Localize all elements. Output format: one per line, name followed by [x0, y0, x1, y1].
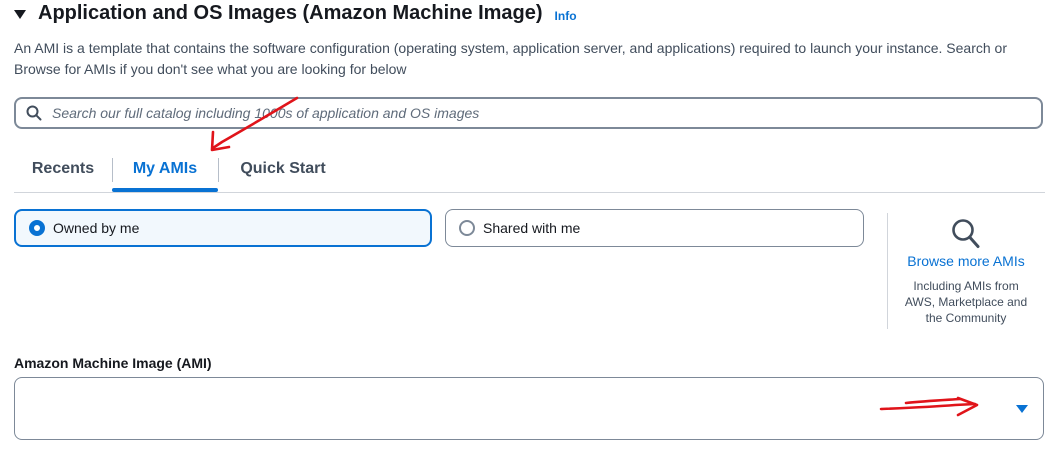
info-link[interactable]: Info	[555, 9, 577, 23]
browse-subtext-line: AWS, Marketplace and	[904, 295, 1028, 309]
browse-more-amis-link[interactable]: Browse more AMIs	[888, 252, 1044, 270]
ami-field-label: Amazon Machine Image (AMI)	[14, 355, 212, 371]
search-icon	[26, 105, 42, 121]
tab-divider	[218, 158, 219, 182]
ami-search-input[interactable]	[50, 104, 1034, 122]
magnifier-icon[interactable]	[951, 218, 981, 250]
browse-more-amis-panel: Browse more AMIs Including AMIs from AWS…	[888, 212, 1044, 326]
ami-tabs: Recents My AMIs Quick Start	[14, 148, 1045, 193]
tab-my-amis[interactable]: My AMIs	[112, 148, 218, 192]
shared-with-me-option[interactable]: Shared with me	[445, 209, 864, 247]
browse-subtext: Including AMIs from AWS, Marketplace and…	[888, 278, 1044, 326]
dropdown-caret-icon[interactable]	[1016, 405, 1028, 413]
tab-recents[interactable]: Recents	[14, 148, 112, 190]
collapse-caret-icon[interactable]	[14, 10, 26, 19]
ami-search-box[interactable]	[14, 97, 1043, 129]
section-title: Application and OS Images (Amazon Machin…	[38, 2, 543, 24]
owned-by-me-option[interactable]: Owned by me	[14, 209, 432, 247]
browse-subtext-line: Including AMIs from	[913, 279, 1019, 293]
radio-unchecked-icon[interactable]	[459, 220, 475, 236]
browse-subtext-line: the Community	[925, 311, 1007, 325]
section-description: An AMI is a template that contains the s…	[14, 40, 1007, 77]
shared-with-me-label: Shared with me	[483, 220, 581, 236]
ami-section: Application and OS Images (Amazon Machin…	[0, 0, 1058, 450]
owned-by-me-label: Owned by me	[53, 220, 140, 236]
section-header: Application and OS Images (Amazon Machin…	[14, 2, 577, 25]
ami-select-dropdown[interactable]	[14, 377, 1044, 440]
tab-quick-start[interactable]: Quick Start	[222, 148, 344, 190]
radio-checked-icon[interactable]	[29, 220, 45, 236]
